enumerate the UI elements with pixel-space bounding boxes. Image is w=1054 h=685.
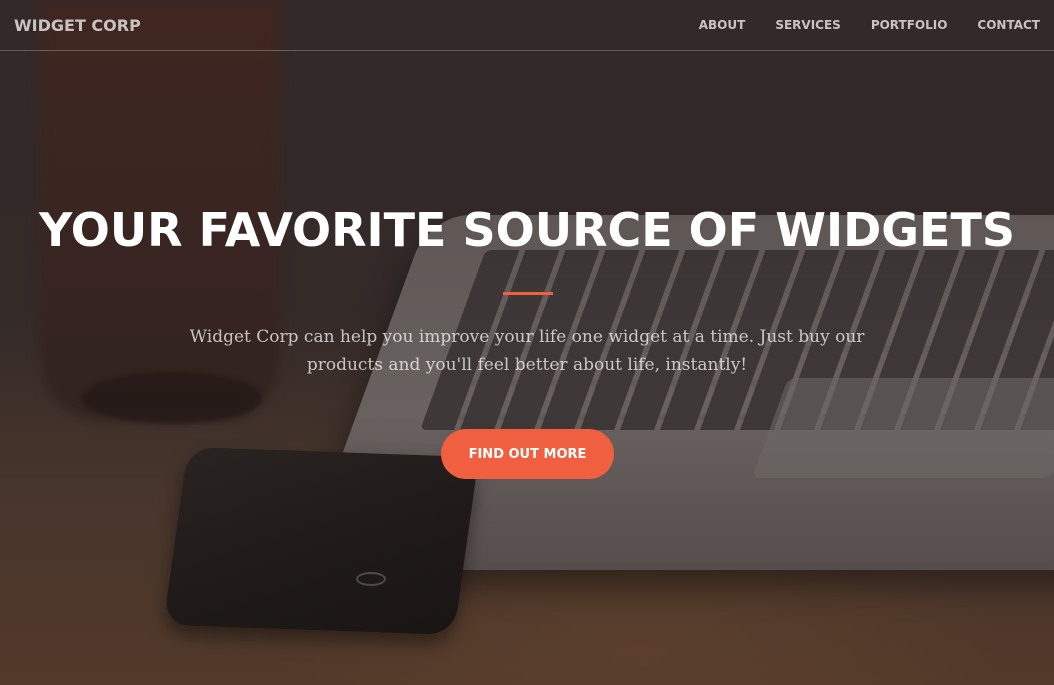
top-navbar: WIDGET CORP ABOUT SERVICES PORTFOLIO CON… [0, 0, 1054, 51]
nav-links: ABOUT SERVICES PORTFOLIO CONTACT [669, 18, 1040, 32]
brand-logo-link[interactable]: WIDGET CORP [14, 16, 141, 35]
hero-headline: YOUR FAVORITE SOURCE OF WIDGETS [39, 203, 1015, 257]
hero-section: WIDGET CORP ABOUT SERVICES PORTFOLIO CON… [0, 0, 1054, 685]
nav-link-portfolio[interactable]: PORTFOLIO [841, 18, 948, 32]
nav-link-services[interactable]: SERVICES [745, 18, 840, 32]
nav-link-contact[interactable]: CONTACT [947, 18, 1040, 32]
headline-divider [503, 292, 553, 295]
nav-link-about[interactable]: ABOUT [669, 18, 746, 32]
find-out-more-button[interactable]: FIND OUT MORE [441, 429, 614, 479]
hero-subtext: Widget Corp can help you improve your li… [189, 327, 865, 375]
